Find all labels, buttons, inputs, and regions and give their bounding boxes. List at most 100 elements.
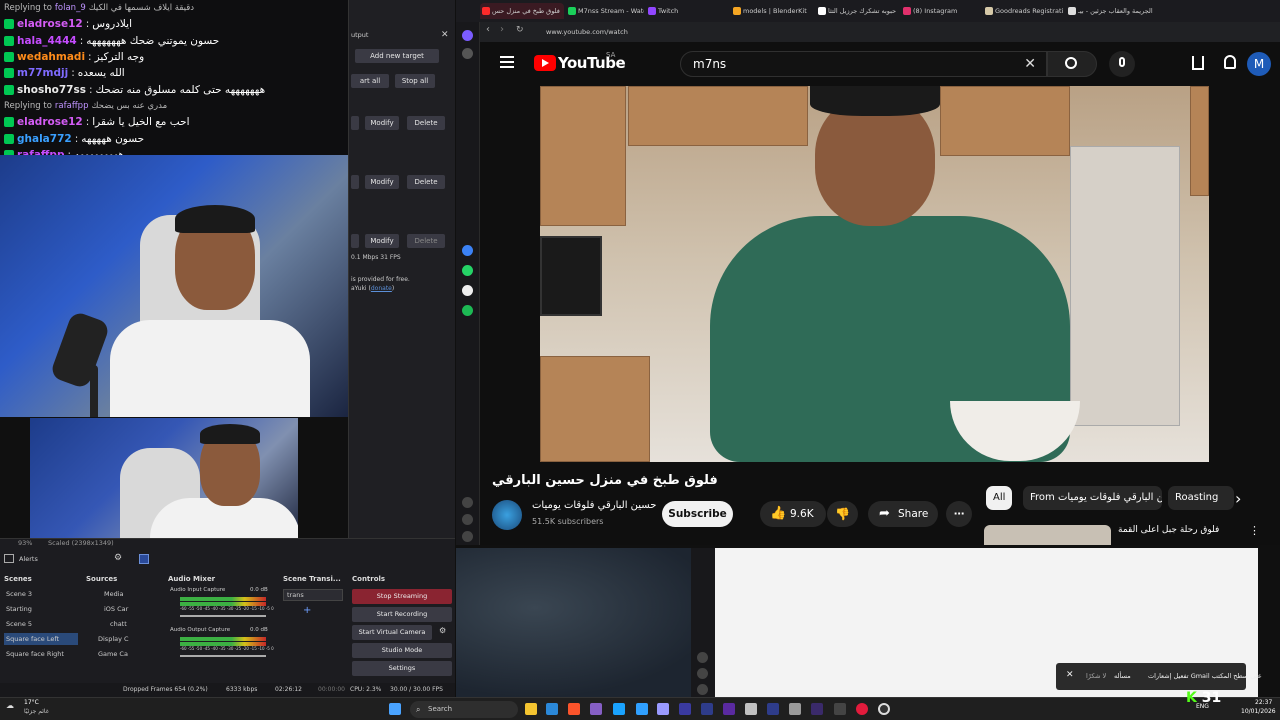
channel-avatar[interactable] (492, 500, 522, 530)
media-encoder-icon[interactable] (723, 703, 735, 715)
back-icon[interactable]: ‹ (486, 24, 490, 35)
chip-all[interactable]: All (986, 486, 1013, 510)
chat-username[interactable]: wedahmadi (17, 49, 85, 65)
delete-button-3[interactable]: Delete (407, 234, 445, 248)
donate-link[interactable]: donate (371, 285, 392, 292)
channel-name[interactable]: حسين البارقي فلوقات يوميات (532, 500, 656, 511)
toast-action-button[interactable]: مسأله (1114, 672, 1131, 680)
clock-date[interactable]: 10/01/2026 (1241, 708, 1276, 715)
file-explorer-icon[interactable] (525, 703, 537, 715)
notifications-icon[interactable] (1224, 55, 1236, 69)
browser-tab[interactable]: Twitch (646, 3, 728, 19)
stop-streaming-button[interactable]: Stop Streaming (352, 589, 452, 604)
chip-roasting[interactable]: Roasting (1168, 486, 1234, 510)
video-player[interactable] (540, 86, 1209, 462)
app-icon[interactable] (789, 703, 801, 715)
target-2-toggle[interactable] (351, 175, 359, 189)
more-icon[interactable] (697, 684, 708, 695)
chat-username[interactable]: eladrose12 (17, 114, 83, 130)
photoshop-icon[interactable] (636, 703, 648, 715)
more-actions-button[interactable]: ⋯ (946, 501, 972, 527)
account-avatar[interactable]: M (1247, 52, 1271, 76)
clock-time[interactable]: 22:37 (1255, 699, 1272, 706)
taskbar-search[interactable]: ⌕ Search (410, 701, 518, 718)
transition-select[interactable]: trans (283, 589, 343, 601)
scene-item[interactable]: Square face Right (6, 650, 64, 658)
recommended-title[interactable]: فلوق رحلة جبل اعلى القمة (1118, 525, 1219, 535)
weather-icon[interactable]: ☁ (6, 701, 14, 710)
browser-tab[interactable]: فلوق طبخ في منزل حس (480, 3, 564, 19)
app-icon[interactable] (745, 703, 757, 715)
x-icon[interactable] (462, 285, 473, 296)
kebab-icon[interactable]: ⋮ (1249, 524, 1260, 537)
start-all-button[interactable]: art all (351, 74, 389, 88)
visual-studio-icon[interactable] (590, 703, 602, 715)
home-icon[interactable] (462, 30, 473, 41)
source-item[interactable]: Display C (98, 635, 129, 643)
modify-button-2[interactable]: Modify (365, 175, 399, 189)
source-item[interactable]: Media (104, 590, 124, 598)
search-button[interactable] (1047, 51, 1097, 77)
scene-item[interactable]: Scene 5 (6, 620, 32, 628)
brave-icon[interactable] (568, 703, 580, 715)
start-icon[interactable] (389, 703, 401, 715)
delete-button-2[interactable]: Delete (407, 175, 445, 189)
more-icon[interactable] (462, 531, 473, 542)
alerts-icon[interactable] (4, 554, 14, 563)
modify-button-3[interactable]: Modify (365, 234, 399, 248)
create-icon[interactable] (1192, 56, 1204, 70)
premiere-icon[interactable] (811, 703, 823, 715)
dislike-button[interactable]: 👎 (827, 501, 858, 527)
chat-username[interactable]: rafaffpp (17, 147, 64, 155)
stop-all-button[interactable]: Stop all (395, 74, 435, 88)
volume-slider[interactable] (180, 655, 266, 657)
chat-username[interactable]: ghala772 (17, 131, 72, 147)
chat-username[interactable]: eladrose12 (17, 16, 83, 32)
chat-username[interactable]: hala_4444 (17, 33, 77, 49)
close-icon[interactable]: ✕ (441, 30, 449, 40)
scene-item-selected[interactable]: Square face Left (4, 633, 78, 645)
chip-channel[interactable]: From حسين البارقي فلوقات يوميات (1023, 486, 1162, 510)
browser-tab[interactable]: models | BlenderKit (731, 3, 813, 19)
voice-search-button[interactable] (1109, 51, 1135, 77)
delete-button-1[interactable]: Delete (407, 116, 445, 130)
vscode-icon[interactable] (546, 703, 558, 715)
toast-dismiss-button[interactable]: لا شكرًا (1086, 672, 1106, 680)
source-item[interactable]: iOS Car (104, 605, 128, 613)
app-icon[interactable] (657, 703, 669, 715)
close-icon[interactable]: ✕ (1066, 670, 1074, 680)
browser-tab[interactable]: يا حبوبه تشكرك جرزيل التثا (816, 3, 898, 19)
audition-icon[interactable] (767, 703, 779, 715)
obs-icon[interactable] (878, 703, 890, 715)
chat-username[interactable]: shosho77ss (17, 82, 86, 98)
chat-username[interactable]: m77mdjj (17, 65, 68, 81)
opera-icon[interactable] (856, 703, 868, 715)
start-recording-button[interactable]: Start Recording (352, 607, 452, 622)
search-input[interactable]: m7ns ✕ (680, 51, 1047, 77)
settings-button[interactable]: Settings (352, 661, 452, 676)
forward-icon[interactable]: › (500, 24, 504, 35)
app-icon[interactable] (834, 703, 846, 715)
reload-icon[interactable]: ↻ (516, 25, 524, 35)
browser-tab[interactable]: (8) Instagram (901, 3, 981, 19)
after-effects-icon[interactable] (679, 703, 691, 715)
spotify-icon[interactable] (462, 305, 473, 316)
volume-slider[interactable] (180, 615, 266, 617)
studio-toggle-icon[interactable] (139, 554, 149, 564)
studio-mode-button[interactable]: Studio Mode (352, 643, 452, 658)
recommended-thumbnail[interactable] (984, 525, 1111, 545)
target-3-toggle[interactable] (351, 234, 359, 248)
subscribe-button[interactable]: Subscribe (662, 501, 733, 527)
photoshop-icon[interactable] (613, 703, 625, 715)
gear-icon[interactable]: ⚙ (439, 626, 446, 635)
clear-search-icon[interactable]: ✕ (1024, 52, 1036, 76)
target-1-toggle[interactable] (351, 116, 359, 130)
modify-button-1[interactable]: Modify (365, 116, 399, 130)
scene-item[interactable]: Scene 3 (6, 590, 32, 598)
heart-icon[interactable] (462, 497, 473, 508)
start-virtual-camera-button[interactable]: Start Virtual Camera (352, 625, 432, 640)
pin-icon[interactable] (462, 48, 473, 59)
scene-item[interactable]: Starting (6, 605, 32, 613)
clock-icon[interactable] (462, 514, 473, 525)
add-new-target-button[interactable]: Add new target (355, 49, 439, 63)
